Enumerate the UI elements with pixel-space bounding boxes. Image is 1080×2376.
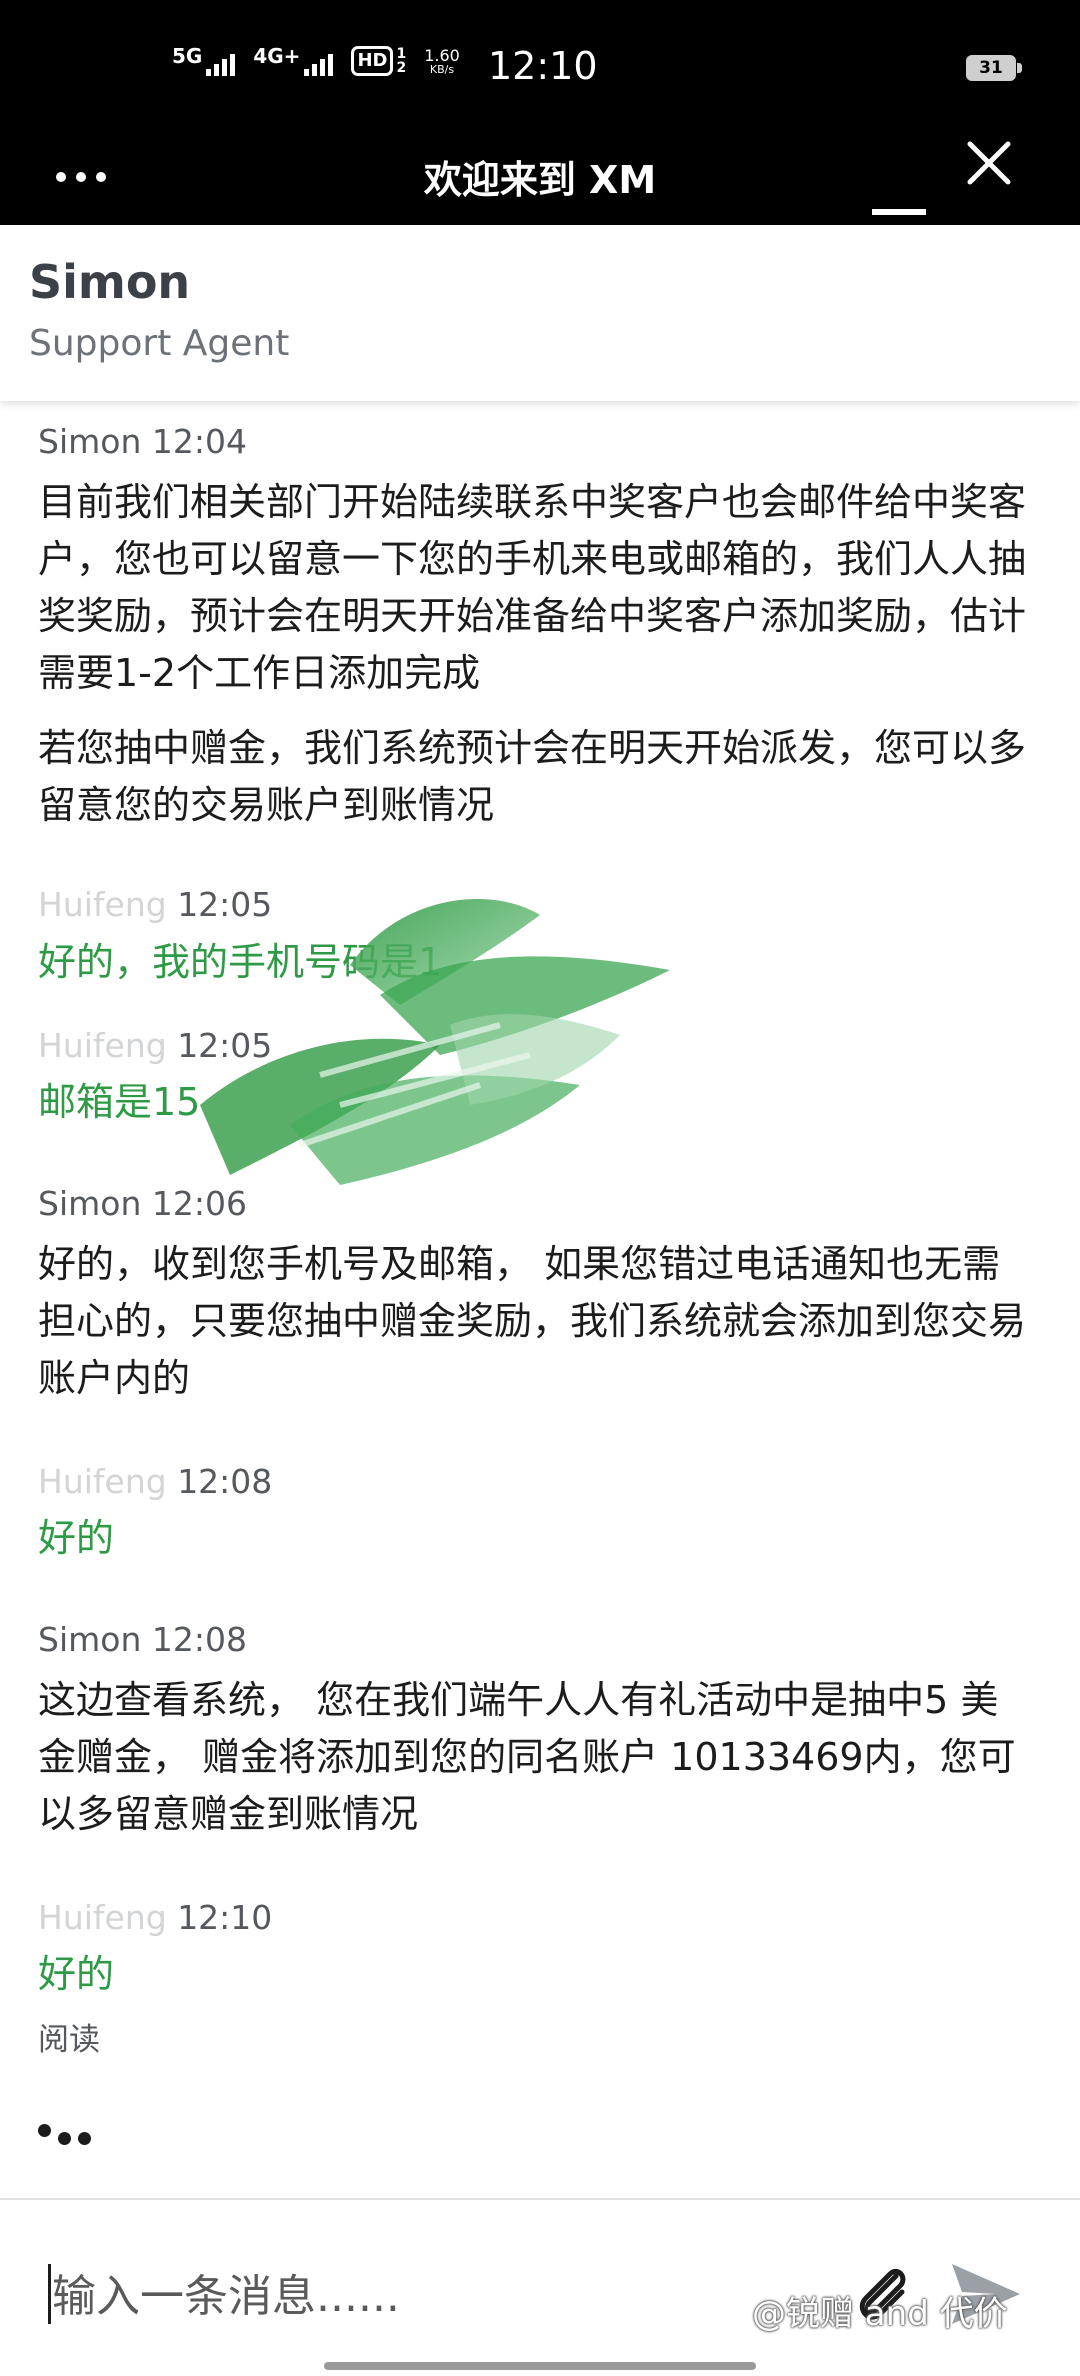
hd-label: HD — [351, 46, 394, 76]
customer-name: Huifeng — [38, 1898, 167, 1937]
hd-voice-icon: HD 1 2 — [351, 46, 406, 76]
text-caret — [48, 2264, 51, 2324]
sim1-label: 5G — [172, 44, 203, 68]
status-icons: 5G 4G+ HD 1 2 1.60 KB/s — [172, 46, 460, 76]
hd-sub-top: 1 — [396, 46, 407, 62]
agent-header: Simon Support Agent — [0, 225, 1080, 401]
watermark-text: @锐赠 and 代价 — [752, 2294, 1008, 2334]
message-text: 好的，收到您手机号及邮箱， 如果您错过电话通知也无需担心的，只要您抽中赠金奖励，… — [38, 1242, 1027, 1400]
agent-role: Support Agent — [29, 323, 290, 364]
message-time: 12:08 — [177, 1462, 273, 1501]
speed-unit: KB/s — [429, 62, 455, 76]
battery-icon: 31 — [966, 55, 1022, 81]
message-meta: Simon 12:08 — [38, 1620, 247, 1659]
message-meta: Huifeng 12:10 — [38, 1898, 272, 1937]
hd-sub-bottom: 2 — [396, 60, 407, 76]
status-bar: 5G 4G+ HD 1 2 1.60 KB/s 12:10 31 — [0, 0, 1080, 135]
customer-name: Huifeng — [38, 1462, 167, 1501]
customer-name: Huifeng — [38, 1026, 167, 1065]
home-indicator[interactable] — [324, 2362, 756, 2370]
message-meta: Simon 12:06 — [38, 1184, 247, 1223]
close-icon[interactable] — [964, 138, 1014, 188]
redaction-scribble — [200, 899, 670, 1185]
chat-title-bar: 欢迎来到 XM — [0, 135, 1080, 225]
signal-4g-icon: 4G+ — [253, 44, 334, 76]
sim2-label: 4G+ — [253, 44, 301, 68]
minimize-icon[interactable] — [872, 175, 926, 215]
customer-name: Huifeng — [38, 885, 167, 924]
status-time: 12:10 — [488, 44, 598, 88]
message-input[interactable] — [52, 2256, 792, 2336]
customer-message-text: 好的 — [38, 1516, 115, 1560]
message-meta: Simon 12:04 — [38, 422, 247, 461]
agent-name: Simon — [29, 255, 191, 309]
signal-5g-icon: 5G — [172, 44, 236, 76]
message-meta: Huifeng 12:08 — [38, 1462, 272, 1501]
speed-value: 1.60 — [424, 45, 460, 65]
network-speed: 1.60 KB/s — [424, 47, 460, 76]
message-text: 若您抽中赠金，我们系统预计会在明天开始派发，您可以多留意您的交易账户到账情况 — [38, 726, 1027, 827]
message-time: 12:10 — [177, 1898, 273, 1937]
customer-message-text: 好的 — [38, 1952, 115, 1996]
read-status: 阅读 — [38, 2022, 100, 2058]
message-text: 目前我们相关部门开始陆续联系中奖客户也会邮件给中奖客户，您也可以留意一下您的手机… — [38, 480, 1027, 695]
message-text: 这边查看系统， 您在我们端午人人有礼活动中是抽中5 美金赠金， 赠金将添加到您的… — [38, 1678, 1016, 1836]
typing-indicator — [38, 2118, 118, 2154]
